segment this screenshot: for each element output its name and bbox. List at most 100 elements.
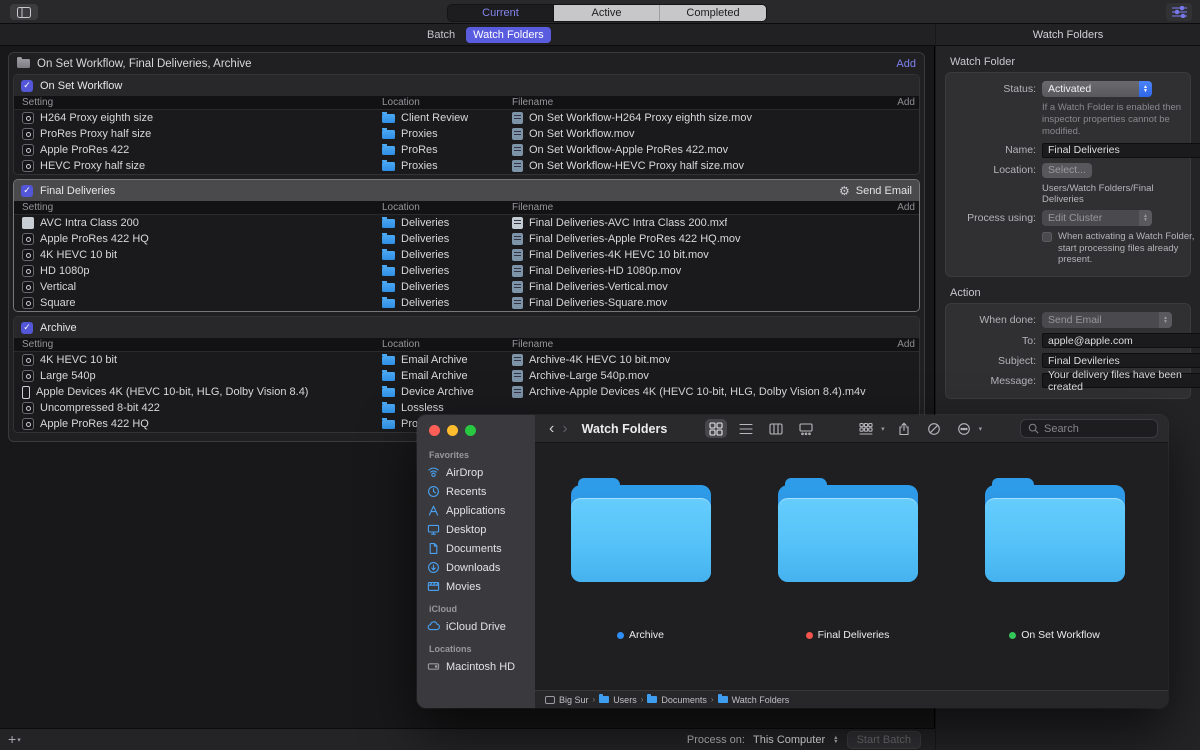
segment-current[interactable]: Current xyxy=(448,5,554,21)
section-header-archive[interactable]: ✓Archive xyxy=(14,317,919,338)
folder-icon xyxy=(382,251,395,260)
column-header-filename[interactable]: Filename xyxy=(512,339,885,350)
send-email-action[interactable]: ⚙Send Email xyxy=(839,184,912,198)
sidebar-item-documents[interactable]: Documents xyxy=(427,539,535,558)
table-row[interactable]: AVC Intra Class 200DeliveriesFinal Deliv… xyxy=(14,215,919,231)
tab-batch[interactable]: Batch xyxy=(420,27,462,43)
forward-button[interactable]: › xyxy=(562,421,567,437)
sidebar-item-movies[interactable]: Movies xyxy=(427,577,535,596)
row-add-link[interactable]: Add xyxy=(885,339,915,350)
breadcrumb-big-sur[interactable]: Big Sur xyxy=(545,695,589,705)
filename-cell: On Set Workflow-HEVC Proxy half size.mov xyxy=(512,160,885,172)
status-popup[interactable]: Activated▲▼ xyxy=(1042,81,1152,97)
sidebar-toggle-button[interactable] xyxy=(10,4,38,20)
filename-text: On Set Workflow-H264 Proxy eighth size.m… xyxy=(529,112,752,124)
section-checkbox[interactable]: ✓ xyxy=(21,185,33,197)
start-processing-checkbox[interactable] xyxy=(1042,232,1052,242)
table-row[interactable]: 4K HEVC 10 bitEmail ArchiveArchive-4K HE… xyxy=(14,352,919,368)
breadcrumb-documents[interactable]: Documents xyxy=(647,695,707,705)
table-row[interactable]: Apple ProRes 422ProResOn Set Workflow-Ap… xyxy=(14,142,919,158)
row-add-link[interactable]: Add xyxy=(885,202,915,213)
message-field[interactable]: Your delivery files have been created xyxy=(1042,373,1200,388)
start-batch-button[interactable]: Start Batch xyxy=(847,731,921,749)
share-button[interactable] xyxy=(893,419,915,438)
location-name: Deliveries xyxy=(401,265,449,277)
batch-add-link[interactable]: Add xyxy=(896,58,916,70)
sidebar-item-downloads[interactable]: Downloads xyxy=(427,558,535,577)
table-row[interactable]: Apple Devices 4K (HEVC 10-bit, HLG, Dolb… xyxy=(14,384,919,400)
process-on-value[interactable]: This Computer xyxy=(753,734,825,746)
setting-gear-icon xyxy=(22,265,34,277)
section-checkbox[interactable]: ✓ xyxy=(21,80,33,92)
column-view-icon xyxy=(769,422,783,436)
column-header-location[interactable]: Location xyxy=(382,339,512,350)
location-name: Device Archive xyxy=(401,386,474,398)
location-cell: Device Archive xyxy=(382,386,512,398)
folder-label: Final Deliveries xyxy=(806,629,890,641)
sidebar-item-airdrop[interactable]: AirDrop xyxy=(427,463,535,482)
icon-view-button[interactable] xyxy=(705,419,727,438)
column-header-setting[interactable]: Setting xyxy=(22,339,382,350)
folder-on-set-workflow[interactable]: On Set Workflow xyxy=(967,477,1142,641)
section-header-on-set-workflow[interactable]: ✓On Set Workflow xyxy=(14,75,919,96)
table-row[interactable]: SquareDeliveriesFinal Deliveries-Square.… xyxy=(14,295,919,311)
column-header-setting[interactable]: Setting xyxy=(22,202,382,213)
chevron-down-icon[interactable]: ▾ xyxy=(17,736,21,747)
back-button[interactable]: ‹ xyxy=(549,421,554,437)
column-header-filename[interactable]: Filename xyxy=(512,202,885,213)
section-header-final-deliveries[interactable]: ✓Final Deliveries⚙Send Email xyxy=(14,180,919,201)
process-on-stepper[interactable]: ▲▼ xyxy=(833,736,838,745)
minimize-button[interactable] xyxy=(447,425,458,436)
add-batch-button[interactable]: + xyxy=(8,731,16,747)
segment-active[interactable]: Active xyxy=(554,5,660,21)
column-header-setting[interactable]: Setting xyxy=(22,97,382,108)
column-header-location[interactable]: Location xyxy=(382,202,512,213)
column-view-button[interactable] xyxy=(765,419,787,438)
sidebar-item-applications[interactable]: Applications xyxy=(427,501,535,520)
process-using-popup[interactable]: Edit Cluster▲▼ xyxy=(1042,210,1152,226)
table-row[interactable]: ProRes Proxy half sizeProxiesOn Set Work… xyxy=(14,126,919,142)
table-row[interactable]: Apple ProRes 422 HQDeliveriesFinal Deliv… xyxy=(14,231,919,247)
close-button[interactable] xyxy=(429,425,440,436)
inspector-toggle-button[interactable] xyxy=(1166,3,1192,21)
zoom-button[interactable] xyxy=(465,425,476,436)
sidebar-item-icloud-drive[interactable]: iCloud Drive xyxy=(427,617,535,636)
breadcrumb-label: Watch Folders xyxy=(732,695,790,705)
table-row[interactable]: HEVC Proxy half sizeProxiesOn Set Workfl… xyxy=(14,158,919,174)
table-row[interactable]: 4K HEVC 10 bitDeliveriesFinal Deliveries… xyxy=(14,247,919,263)
location-select-button[interactable]: Select... xyxy=(1042,163,1092,178)
group-by-button[interactable] xyxy=(855,419,877,438)
batch-header[interactable]: On Set Workflow, Final Deliveries, Archi… xyxy=(9,53,924,74)
folder-archive[interactable]: Archive xyxy=(553,477,728,641)
folder-final-deliveries[interactable]: Final Deliveries xyxy=(760,477,935,641)
folder-icon xyxy=(382,283,395,292)
list-view-button[interactable] xyxy=(735,419,757,438)
segment-completed[interactable]: Completed xyxy=(660,5,766,21)
location-cell: Deliveries xyxy=(382,249,512,261)
movie-file-icon xyxy=(512,112,523,124)
table-row[interactable]: VerticalDeliveriesFinal Deliveries-Verti… xyxy=(14,279,919,295)
table-row[interactable]: Large 540pEmail ArchiveArchive-Large 540… xyxy=(14,368,919,384)
column-header-filename[interactable]: Filename xyxy=(512,97,885,108)
row-add-link[interactable]: Add xyxy=(885,97,915,108)
sidebar-item-desktop[interactable]: Desktop xyxy=(427,520,535,539)
table-row[interactable]: HD 1080pDeliveriesFinal Deliveries-HD 10… xyxy=(14,263,919,279)
search-field[interactable]: Search xyxy=(1020,419,1158,438)
to-field[interactable]: apple@apple.com xyxy=(1042,333,1200,348)
table-row[interactable]: Uncompressed 8-bit 422Lossless xyxy=(14,400,919,416)
breadcrumb-users[interactable]: Users xyxy=(599,695,637,705)
sidebar-item-macintosh-hd[interactable]: Macintosh HD xyxy=(427,657,535,676)
breadcrumb-watch-folders[interactable]: Watch Folders xyxy=(718,695,790,705)
section-checkbox[interactable]: ✓ xyxy=(21,322,33,334)
tab-watch-folders[interactable]: Watch Folders xyxy=(466,27,551,43)
table-row[interactable]: H264 Proxy eighth sizeClient ReviewOn Se… xyxy=(14,110,919,126)
name-field[interactable]: Final Deliveries xyxy=(1042,143,1200,158)
subject-field[interactable]: Final Devileries xyxy=(1042,353,1200,368)
gallery-view-button[interactable] xyxy=(795,419,817,438)
more-actions-button[interactable] xyxy=(953,419,975,438)
sidebar-item-recents[interactable]: Recents xyxy=(427,482,535,501)
when-done-popup[interactable]: Send Email▲▼ xyxy=(1042,312,1172,328)
tag-button[interactable] xyxy=(923,419,945,438)
tag-dot xyxy=(1009,632,1016,639)
column-header-location[interactable]: Location xyxy=(382,97,512,108)
